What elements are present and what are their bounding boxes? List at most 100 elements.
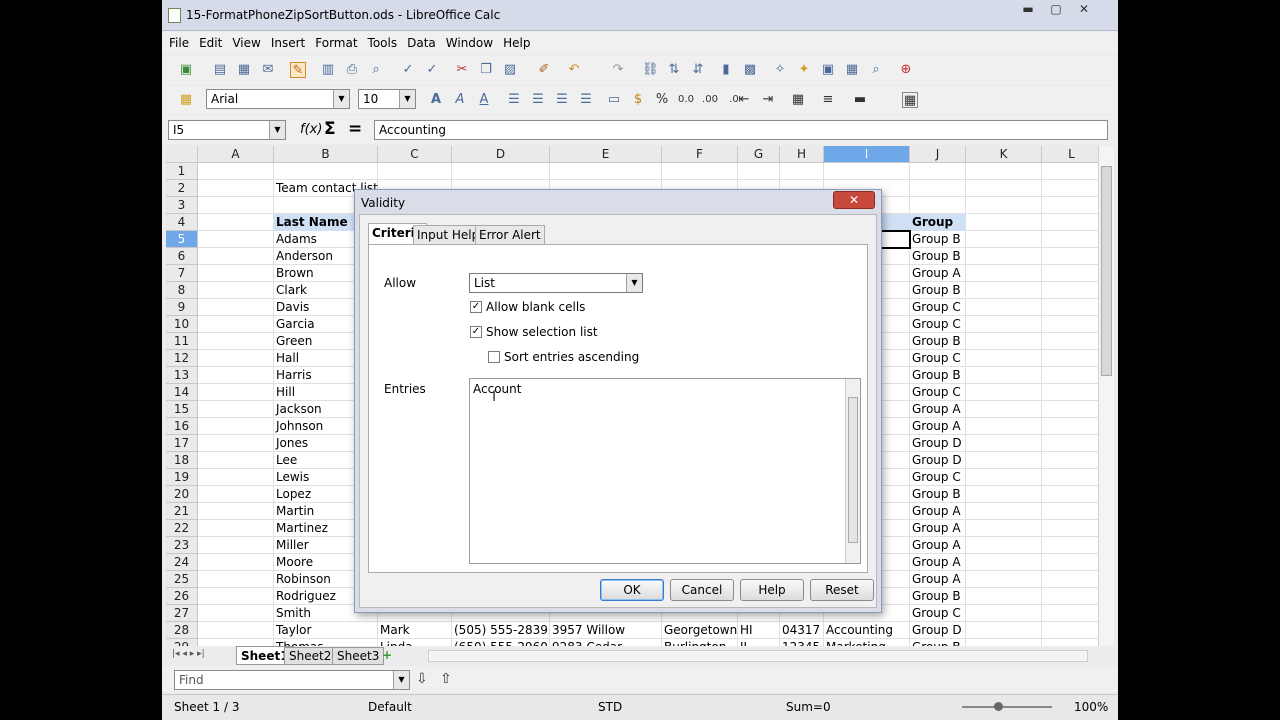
scroll-thumb[interactable] [1101,166,1112,376]
minimize-button[interactable]: ▬ [1014,0,1042,20]
underline-icon[interactable]: A [476,92,492,108]
row-header[interactable]: 25 [166,571,198,588]
name-box[interactable]: I5 ▼ [168,120,286,140]
tab-input-help[interactable]: Input Help [413,225,484,245]
row-header[interactable]: 17 [166,435,198,452]
row-header[interactable]: 10 [166,316,198,333]
column-header-a[interactable]: A [198,146,274,163]
horizontal-scrollbar[interactable] [428,650,1088,662]
row-header[interactable]: 27 [166,605,198,622]
table-cell[interactable]: Group B [910,486,966,503]
tab-sheet2[interactable]: Sheet2 [284,647,337,665]
zoom-slider[interactable] [962,702,1052,711]
close-icon[interactable]: ✕ [833,191,875,209]
menu-window[interactable]: Window [443,32,496,54]
table-cell[interactable]: Group C [910,299,966,316]
row-header[interactable]: 15 [166,401,198,418]
menu-edit[interactable]: Edit [196,32,225,54]
gallery-icon[interactable]: ▣ [820,62,836,78]
row-header[interactable]: 22 [166,520,198,537]
hyperlink-icon[interactable]: ⛓ [642,62,659,78]
email-icon[interactable]: ✉ [260,62,276,78]
menu-view[interactable]: View [229,32,263,54]
table-cell[interactable]: Group [910,214,966,231]
table-cell[interactable] [824,163,910,180]
borders-icon[interactable]: ▦ [790,92,806,108]
column-header-k[interactable]: K [966,146,1042,163]
table-cell[interactable]: Group A [910,503,966,520]
menu-format[interactable]: Format [312,32,360,54]
row-header[interactable]: 21 [166,503,198,520]
chart-icon[interactable]: ▮ [718,62,734,78]
row-header[interactable]: 14 [166,384,198,401]
table-cell[interactable]: Group D [910,622,966,639]
font-name-box[interactable]: Arial ▼ [206,89,350,109]
chevron-down-icon[interactable]: ▼ [393,671,409,689]
align-right-icon[interactable]: ☰ [554,92,570,108]
help-button[interactable]: Help [740,579,804,601]
pivot-table-icon[interactable]: ▩ [742,62,758,78]
select-all-corner[interactable] [166,146,198,163]
styles-icon[interactable]: ▦ [178,92,194,108]
increase-indent-icon[interactable]: ⇥ [760,92,776,108]
find-previous-icon[interactable]: ⇧ [440,671,452,687]
row-header[interactable]: 9 [166,299,198,316]
entries-scroll-thumb[interactable] [848,397,858,543]
autospell-icon[interactable]: ✓ [424,62,440,78]
column-header-g[interactable]: G [738,146,780,163]
allow-blank-checkbox[interactable]: ✓ [470,301,482,313]
table-cell[interactable]: Accounting [824,622,910,639]
row-header[interactable]: 11 [166,333,198,350]
column-header-e[interactable]: E [550,146,662,163]
merge-cells-icon[interactable]: ▭ [606,92,622,108]
tab-error-alert[interactable]: Error Alert [475,225,545,245]
sort-ascending-icon[interactable]: ⇅ [666,62,682,78]
row-header[interactable]: 4 [166,214,198,231]
align-left-icon[interactable]: ☰ [506,92,522,108]
row-header[interactable]: 5 [166,231,198,248]
row-header[interactable]: 3 [166,197,198,214]
allow-select[interactable]: List ▼ [469,273,643,293]
table-cell[interactable]: Group A [910,265,966,282]
row-header[interactable]: 6 [166,248,198,265]
table-cell[interactable] [378,163,452,180]
currency-icon[interactable]: $ [630,92,646,108]
table-cell[interactable]: Georgetown [662,622,738,639]
table-cell[interactable]: Group A [910,537,966,554]
number-format-icon[interactable]: 0.0 [678,92,694,108]
table-cell[interactable]: Group B [910,333,966,350]
justify-icon[interactable]: ☰ [578,92,594,108]
table-cell[interactable]: Group B [910,231,966,248]
redo-icon[interactable]: ↷ [610,62,626,78]
row-header[interactable]: 1 [166,163,198,180]
row-header[interactable]: 19 [166,469,198,486]
find-next-icon[interactable]: ⇩ [416,671,428,687]
undo-icon[interactable]: ↶ [566,62,582,78]
show-selection-list-checkbox[interactable]: ✓ [470,326,482,338]
table-cell[interactable]: HI [738,622,780,639]
table-cell[interactable]: (505) 555-2839 [452,622,550,639]
row-header[interactable]: 7 [166,265,198,282]
paste-icon[interactable]: ▨ [502,62,518,78]
row-header[interactable]: 20 [166,486,198,503]
table-cell[interactable]: Group A [910,418,966,435]
decrease-indent-icon[interactable]: ⇤ [736,92,752,108]
table-cell[interactable]: Group C [910,350,966,367]
table-cell[interactable]: Group C [910,384,966,401]
vertical-scrollbar[interactable] [1098,146,1114,646]
table-cell[interactable]: Group A [910,401,966,418]
function-wizard-icon[interactable]: f(x) [300,122,322,137]
maximize-button[interactable]: ▢ [1042,0,1070,20]
table-cell[interactable]: Mark [378,622,452,639]
table-cell[interactable] [738,163,780,180]
menu-insert[interactable]: Insert [268,32,308,54]
bold-icon[interactable]: A [428,92,444,108]
show-grid-icon[interactable]: ▦ [902,92,918,108]
navigator-icon[interactable]: ✦ [796,62,812,78]
cut-icon[interactable]: ✂ [454,62,470,78]
italic-icon[interactable]: A [452,92,468,108]
chevron-down-icon[interactable]: ▼ [626,274,642,292]
column-header-i[interactable]: I [824,146,910,163]
table-cell[interactable] [452,163,550,180]
column-header-b[interactable]: B [274,146,378,163]
